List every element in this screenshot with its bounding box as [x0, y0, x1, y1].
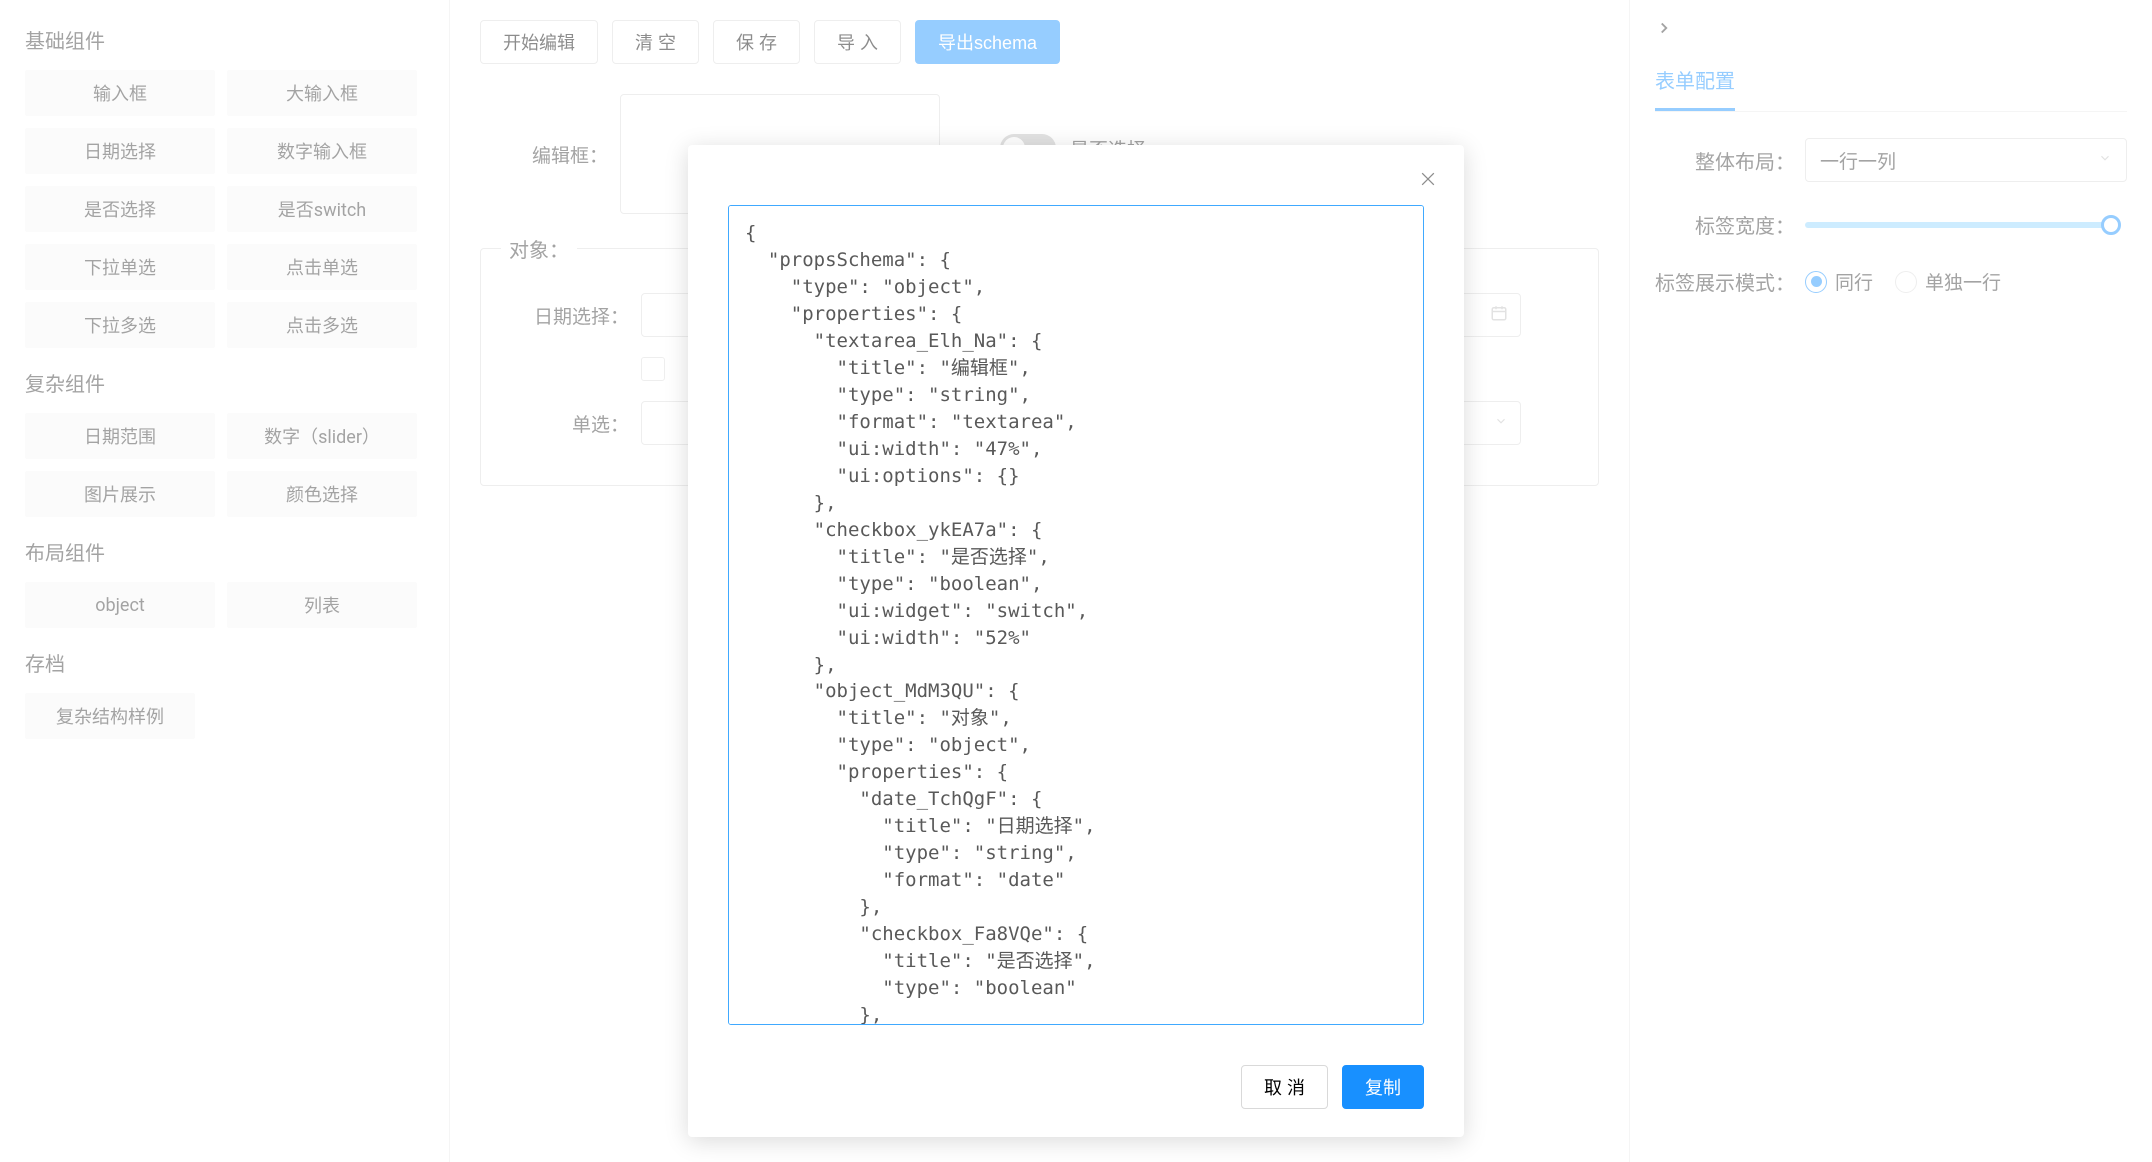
- cancel-button[interactable]: 取 消: [1241, 1065, 1328, 1109]
- copy-button[interactable]: 复制: [1342, 1065, 1424, 1109]
- modal-footer: 取 消 复制: [688, 1049, 1464, 1137]
- close-icon[interactable]: [1418, 169, 1438, 193]
- modal-overlay: 取 消 复制: [0, 0, 2152, 1162]
- schema-code-textarea[interactable]: [728, 205, 1424, 1025]
- export-schema-modal: 取 消 复制: [688, 145, 1464, 1137]
